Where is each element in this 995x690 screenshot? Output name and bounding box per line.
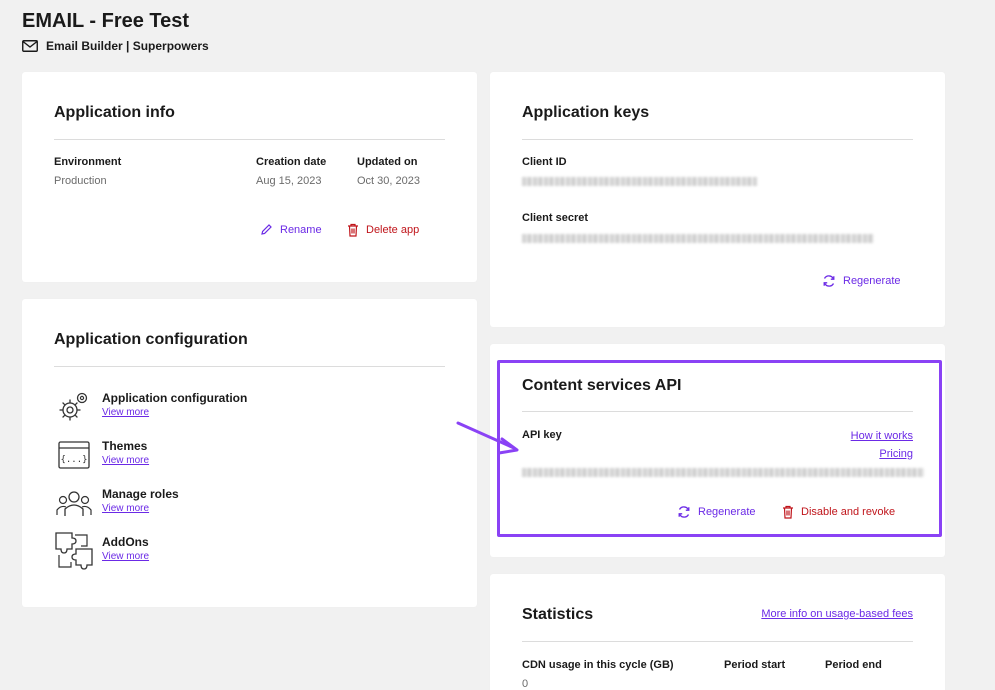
config-item-manage-roles: Manage roles View more [54,483,179,525]
application-info-card: Application info Environment Production … [22,72,477,282]
regenerate-label: Regenerate [698,506,756,518]
delete-app-button[interactable]: Delete app [347,223,419,237]
updated-on-label: Updated on [357,156,418,168]
delete-app-label: Delete app [366,224,420,236]
config-item-name: AddOns [102,535,149,549]
config-item-addons: AddOns View more [54,531,149,573]
trash-icon [783,505,793,519]
config-item-application-configuration: Application configuration View more [54,387,247,429]
period-start-label: Period start [724,659,786,671]
annotation-arrow-icon [456,421,519,455]
config-item-themes: {...} Themes View more [54,435,149,477]
application-keys-card: Application keys Client ID Client secret… [490,72,945,327]
puzzle-icon [54,531,94,571]
page-title: EMAIL - Free Test [22,10,190,32]
cdn-usage-label: CDN usage in this cycle (GB) [522,659,674,671]
code-window-icon: {...} [54,435,94,475]
config-item-name: Themes [102,439,148,453]
regenerate-api-key-button[interactable]: Regenerate [677,505,756,519]
refresh-icon [678,506,690,518]
client-secret-label: Client secret [522,212,589,224]
period-end-label: Period end [825,659,882,671]
application-configuration-title: Application configuration [54,331,248,348]
rename-label: Rename [280,223,322,236]
statistics-card: Statistics More info on usage-based fees… [490,574,945,690]
svg-text:{...}: {...} [60,455,87,465]
application-info-title: Application info [54,104,175,121]
rename-button[interactable]: Rename [260,223,322,236]
api-key-value-redacted [522,468,924,477]
client-id-value-redacted [522,177,757,186]
application-keys-title: Application keys [522,104,650,121]
view-more-link[interactable]: View more [102,407,247,418]
how-it-works-link[interactable]: How it works [851,430,913,442]
envelope-icon [22,40,38,52]
divider [522,139,913,140]
updated-on-value: Oct 30, 2023 [357,175,420,187]
content-services-api-card: Content services API API key How it work… [490,344,945,557]
regenerate-label: Regenerate [843,275,901,287]
application-configuration-card: Application configuration Application co… [22,299,477,607]
divider [54,366,445,367]
config-item-name: Application configuration [102,391,248,405]
divider [522,641,913,642]
users-icon [54,483,94,523]
divider [522,411,913,412]
environment-value: Production [54,175,107,187]
regenerate-keys-button[interactable]: Regenerate [822,274,901,288]
config-item-name: Manage roles [102,487,179,501]
app-subtitle: Email Builder | Superpowers [22,39,209,53]
refresh-icon [823,275,835,287]
divider [54,139,445,140]
content-services-api-title: Content services API [522,377,682,394]
disable-and-revoke-label: Disable and revoke [801,506,896,518]
subtitle-text: Email Builder | Superpowers [46,39,209,53]
trash-icon [348,223,358,237]
creation-date-value: Aug 15, 2023 [256,175,322,187]
statistics-title: Statistics [522,606,594,623]
pricing-link[interactable]: Pricing [879,448,913,460]
pencil-icon [261,224,272,235]
creation-date-label: Creation date [256,156,327,168]
disable-and-revoke-button[interactable]: Disable and revoke [782,505,895,519]
view-more-link[interactable]: View more [102,503,179,514]
client-secret-value-redacted [522,234,874,243]
gears-icon [54,387,94,427]
view-more-link[interactable]: View more [102,551,149,562]
client-id-label: Client ID [522,156,567,168]
view-more-link[interactable]: View more [102,455,149,466]
cdn-usage-value: 0 [522,678,529,690]
usage-fees-link[interactable]: More info on usage-based fees [761,608,913,620]
environment-label: Environment [54,156,122,168]
